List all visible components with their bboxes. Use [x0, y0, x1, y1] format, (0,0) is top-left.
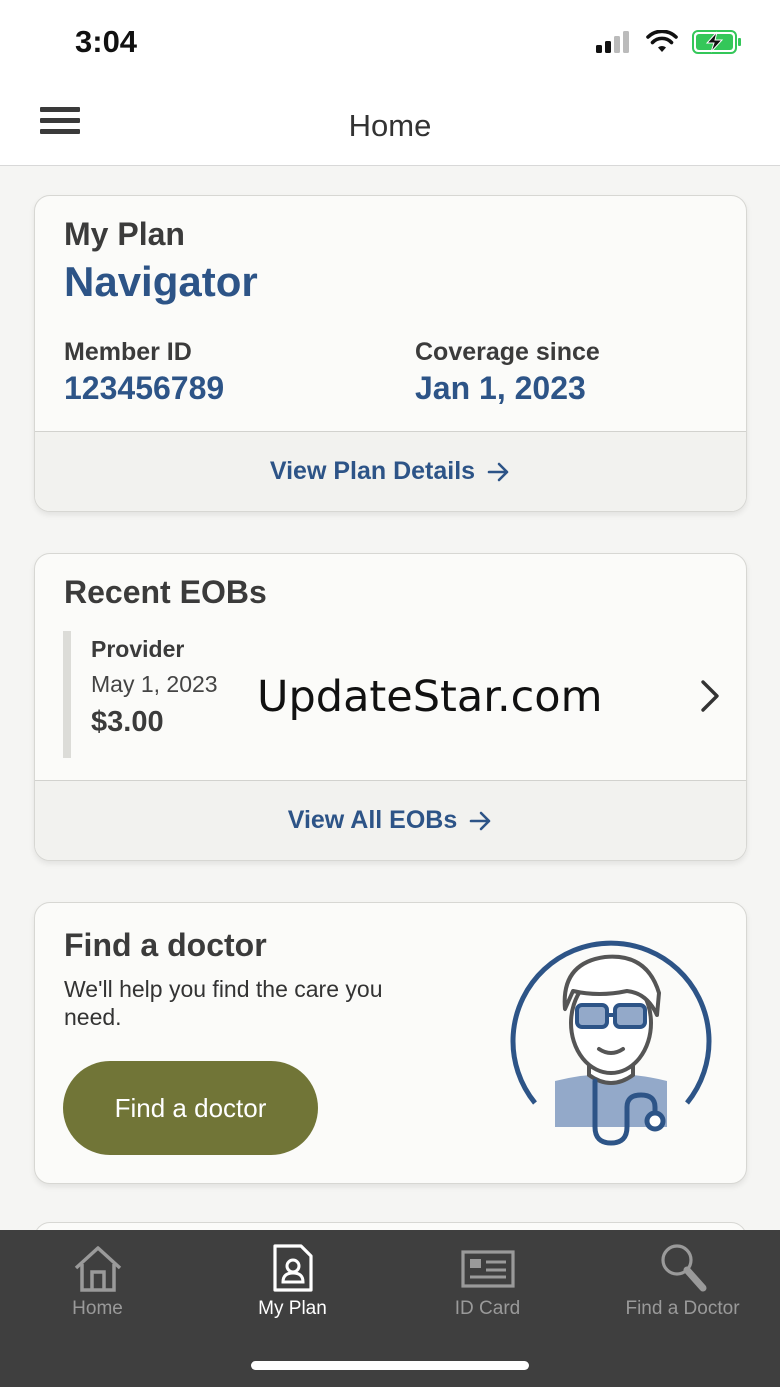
arrow-right-icon: [469, 811, 491, 830]
view-plan-details-link[interactable]: View Plan Details: [35, 431, 746, 511]
coverage-since-value: Jan 1, 2023: [415, 370, 586, 406]
tab-id-card[interactable]: ID Card: [390, 1230, 585, 1330]
find-doctor-description: We'll help you find the care you need.: [64, 976, 383, 1030]
app-header: Home: [0, 88, 780, 166]
status-icons: [596, 30, 742, 54]
doctor-illustration: [510, 940, 712, 1146]
my-plan-icon: [272, 1244, 313, 1292]
find-doctor-card: Find a doctor We'll help you find the ca…: [34, 902, 747, 1184]
search-icon: [660, 1244, 706, 1292]
tab-my-plan[interactable]: My Plan: [195, 1230, 390, 1330]
arrow-right-icon: [487, 462, 509, 481]
page-title: Home: [348, 108, 432, 143]
view-all-eobs-link[interactable]: View All EOBs: [35, 780, 746, 860]
find-doctor-button[interactable]: Find a doctor: [63, 1061, 318, 1155]
signal-icon: [596, 31, 629, 53]
eob-date: May 1, 2023: [91, 671, 218, 697]
eob-provider: Provider: [91, 636, 185, 662]
tab-home[interactable]: Home: [0, 1230, 195, 1330]
member-id-label: Member ID: [64, 338, 192, 366]
plan-name: Navigator: [64, 258, 258, 305]
my-plan-card: My Plan Navigator Member ID 123456789 Co…: [34, 195, 747, 512]
watermark-text: UpdateStar.com: [257, 672, 603, 722]
home-icon: [74, 1246, 121, 1292]
wifi-icon: [646, 30, 678, 52]
eob-amount: $3.00: [91, 706, 164, 738]
id-card-icon: [460, 1250, 515, 1288]
plan-card-label: My Plan: [64, 216, 185, 252]
eob-accent-bar: [63, 631, 71, 758]
recent-eobs-card: Recent EOBs Provider May 1, 2023 $3.00 U…: [34, 553, 747, 861]
tab-id-card-label: ID Card: [454, 1298, 521, 1319]
battery-charging-icon: [692, 30, 741, 54]
find-doctor-title: Find a doctor: [64, 927, 267, 963]
eob-list-item[interactable]: Provider May 1, 2023 $3.00 UpdateStar.co…: [63, 631, 723, 758]
recent-eobs-title: Recent EOBs: [64, 574, 267, 610]
coverage-since-label: Coverage since: [415, 338, 600, 366]
tab-my-plan-label: My Plan: [258, 1298, 327, 1319]
view-all-eobs-label: View All EOBs: [287, 806, 458, 834]
tab-home-label: Home: [72, 1298, 123, 1319]
member-id-value: 123456789: [64, 370, 225, 406]
status-time: 3:04: [75, 24, 138, 59]
chevron-right-icon: [701, 680, 719, 712]
home-indicator[interactable]: [251, 1361, 529, 1370]
tab-find-a-doctor[interactable]: Find a Doctor: [585, 1230, 780, 1330]
view-plan-details-label: View Plan Details: [269, 457, 476, 485]
status-bar: 3:04: [0, 0, 780, 88]
tab-find-a-doctor-label: Find a Doctor: [625, 1298, 740, 1319]
